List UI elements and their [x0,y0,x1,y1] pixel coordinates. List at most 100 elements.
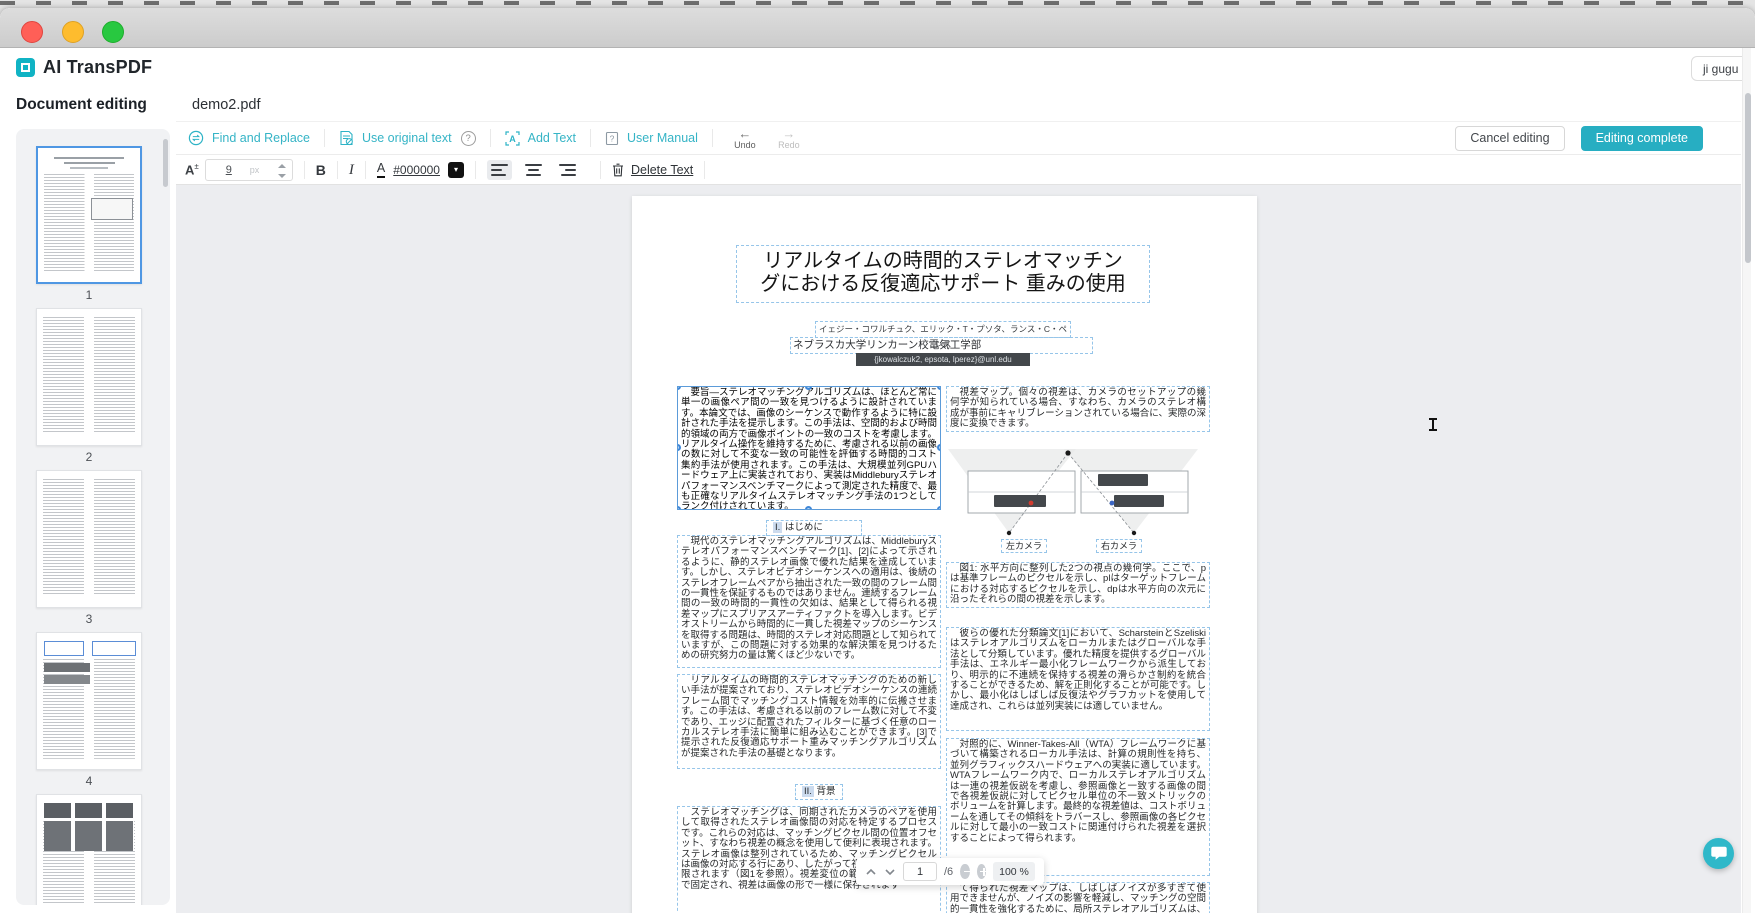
toolbar-divider [475,161,476,179]
use-original-text-button[interactable]: Use original text [339,130,452,146]
doc-authors-textbox[interactable]: イェジー・コワルチュク、エリック・T・プソタ、ランス・C・ペレス [815,321,1071,338]
thumb-diagram-box [92,641,136,656]
stepper-down-icon[interactable] [278,174,286,178]
page-number-input[interactable] [903,862,937,881]
cancel-editing-button[interactable]: Cancel editing [1455,126,1564,151]
close-window-button[interactable] [21,21,43,43]
stepper-up-icon[interactable] [278,164,286,168]
figure-label-left-camera[interactable]: 左カメラ [1001,539,1047,553]
doc-title-textbox[interactable]: リアルタイムの時間的ステレオマッチン グにおける反復適応サポート 重みの使用 [736,245,1150,303]
section-title: 背景 [814,786,836,797]
thumb-image-strip [44,675,90,684]
toolbar-divider [600,161,601,179]
page-thumbnail-4[interactable] [36,632,142,770]
page-thumbnail-3[interactable] [36,470,142,608]
section-heading-background[interactable]: II. 背景 [795,784,843,800]
font-color-icon: A [377,162,385,178]
right-paragraph-1[interactable]: 彼らの優れた分類論文[1]において、ScharsteinとSzeliskiはステ… [946,627,1210,731]
color-swatch-dropdown[interactable]: ▾ [448,162,464,178]
resize-handle[interactable] [677,386,681,390]
resize-handle[interactable] [937,506,941,510]
plus-icon [983,868,985,876]
svg-text:A: A [509,134,516,144]
font-size-input-group: px [205,159,293,181]
font-size-plusminus: ± [194,162,198,171]
editing-complete-button[interactable]: Editing complete [1581,126,1703,151]
resize-handle[interactable] [677,506,681,510]
page-title: Document editing [16,96,147,114]
logo-inner-square [21,63,30,72]
sidebar-scrollbar-thumb[interactable] [163,139,168,187]
text-cursor [1429,418,1437,431]
zoom-in-button[interactable] [977,864,986,879]
align-left-button[interactable] [487,160,512,180]
font-size-stepper[interactable] [278,163,287,179]
find-replace-icon [188,130,204,146]
section-number: I. [773,522,782,533]
next-page-button[interactable] [884,868,896,876]
undo-button[interactable]: ← Undo [727,127,763,150]
svg-text:?: ? [610,133,615,143]
help-glyph: ? [465,133,470,144]
align-center-button[interactable] [521,160,546,180]
manual-book-icon: ? [605,131,619,146]
section-heading-introduction[interactable]: I. はじめに [766,520,862,536]
page-thumbnail-5[interactable] [36,794,142,905]
chat-support-button[interactable] [1703,838,1734,869]
abstract-textbox-selected[interactable]: 要旨—ステレオマッチングアルゴリズムは、ほとんど常に単一の画像ペア間の一致を見つ… [677,386,941,510]
app-title: AI TransPDF [43,57,152,78]
user-manual-button[interactable]: ? User Manual [605,131,698,146]
toolbar-divider [365,161,366,179]
minimize-window-button[interactable] [62,21,84,43]
help-icon[interactable]: ? [461,131,476,146]
intro-paragraph-1[interactable]: 現代のステレオマッチングアルゴリズムは、Middleburyステレオパフォーマン… [677,535,941,668]
page-total-label: /6 [944,866,953,878]
chevron-up-icon [865,868,877,876]
resize-handle[interactable] [937,444,941,451]
macos-titlebar [0,8,1755,48]
page-number-label: 1 [36,288,142,302]
add-text-button[interactable]: A Add Text [505,131,576,146]
bold-button[interactable]: B [316,162,326,178]
thumb-photo-row [44,803,134,818]
delete-text-button[interactable]: Delete Text [612,163,693,177]
page-thumbnail-1[interactable] [36,146,142,284]
document-filename: demo2.pdf [192,97,261,113]
figure-caption[interactable]: 図1: 水平方向に整列した2つの視点の幾何学。ここで、pは基準フレームのピクセル… [946,562,1210,608]
align-right-button[interactable] [555,160,580,180]
doc-affiliation-textbox[interactable]: ネブラスカ大学リンカーン校電気工学部 [790,337,1093,354]
thumbnail-panel: 1 2 3 [16,129,170,905]
fullscreen-window-button[interactable] [102,21,124,43]
main-scrollbar[interactable] [1742,48,1751,913]
zoom-level[interactable]: 100 % [993,862,1035,881]
zoom-out-button[interactable] [960,864,969,879]
thumb-photo-row [44,821,134,851]
trash-icon [612,163,624,177]
font-color-hex: #000000 [393,163,440,177]
document-canvas: リアルタイムの時間的ステレオマッチン グにおける反復適応サポート 重みの使用 イ… [176,185,1741,913]
figure-1-stereo-geometry: 左カメラ 右カメラ [946,441,1210,559]
main-scrollbar-thumb[interactable] [1745,93,1751,263]
figure-label-right-camera[interactable]: 右カメラ [1096,539,1142,553]
redo-button[interactable]: → Redo [771,127,807,150]
resize-handle[interactable] [937,386,941,390]
italic-button[interactable]: I [349,162,354,179]
add-text-label: Add Text [528,131,576,145]
toolbar-row-format: A ± px B I A #000000 ▾ [176,155,1741,185]
toolbar-divider [704,161,705,179]
font-color-control[interactable]: A #000000 ▾ [377,162,464,178]
right-top-paragraph[interactable]: 視差マップ。個々の視差は、カメラのセットアップの幾何学が知られている場合、すなわ… [946,386,1210,432]
font-size-input[interactable] [212,161,246,179]
doc-email-selected-text[interactable]: {jkowalczuk2, epsota, lperez}@unl.edu [856,353,1030,366]
intro-paragraph-2[interactable]: リアルタイムの時間的ステレオマッチングのための新しい手法が提案されており、ステレ… [677,674,941,769]
right-paragraph-2[interactable]: 対照的に、Winner-Takes-All（WTA）フレームワークに基づいて構築… [946,738,1210,876]
find-and-replace-button[interactable]: Find and Replace [188,130,310,146]
page-number-label: 4 [36,774,142,788]
thumb-text-columns [43,479,135,601]
previous-page-button[interactable] [865,868,877,876]
resize-handle[interactable] [805,506,812,510]
right-paragraph-3[interactable]: て得られた視差マップは、しばしばノイズが多すぎて使用できませんが、ノイズの影響を… [946,882,1210,913]
page-thumbnail-2[interactable] [36,308,142,446]
redo-label: Redo [778,141,800,150]
section-number: II. [802,786,814,797]
